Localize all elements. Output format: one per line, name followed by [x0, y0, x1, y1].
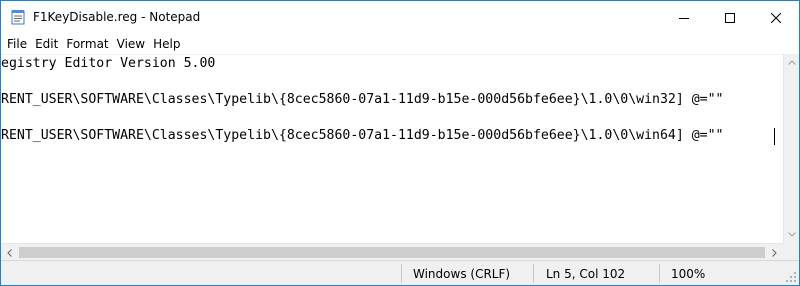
- chevron-left-icon: [7, 248, 12, 257]
- status-bar: Windows (CRLF) Ln 5, Col 102 100%: [1, 260, 799, 285]
- scroll-right-button[interactable]: [766, 244, 783, 261]
- menu-file[interactable]: File: [3, 34, 31, 54]
- minimize-button[interactable]: [661, 1, 707, 34]
- title-bar[interactable]: F1KeyDisable.reg - Notepad: [1, 1, 799, 34]
- menu-view[interactable]: View: [113, 34, 149, 54]
- chevron-right-icon: [772, 248, 777, 257]
- status-separator: [401, 264, 402, 283]
- maximize-icon: [725, 12, 735, 23]
- notepad-window: F1KeyDisable.reg - Notepad File Edit For…: [0, 0, 800, 286]
- scroll-down-button[interactable]: [784, 226, 800, 243]
- chevron-down-icon: [788, 232, 796, 237]
- scrollbar-corner: [783, 243, 799, 260]
- close-icon: [771, 12, 781, 23]
- menu-help[interactable]: Help: [149, 34, 184, 54]
- scroll-left-button[interactable]: [1, 244, 18, 261]
- menu-edit[interactable]: Edit: [31, 34, 62, 54]
- minimize-icon: [679, 17, 689, 19]
- status-zoom: 100%: [671, 267, 706, 281]
- status-separator: [659, 264, 660, 283]
- menu-bar: File Edit Format View Help: [1, 34, 799, 54]
- editor-line-1: egistry Editor Version 5.00: [1, 56, 216, 71]
- close-button[interactable]: [753, 1, 799, 34]
- editor-line-5: RENT_USER\SOFTWARE\Classes\Typelib\{8cec…: [1, 128, 724, 143]
- chevron-up-icon: [788, 60, 796, 65]
- status-cursor-position: Ln 5, Col 102: [546, 267, 626, 281]
- menu-format[interactable]: Format: [62, 34, 112, 54]
- editor-line-3: RENT_USER\SOFTWARE\Classes\Typelib\{8cec…: [1, 92, 724, 107]
- text-caret: [774, 128, 775, 145]
- vertical-scrollbar[interactable]: [783, 54, 799, 243]
- horizontal-scrollbar[interactable]: [1, 243, 783, 260]
- scroll-up-button[interactable]: [784, 54, 800, 71]
- maximize-button[interactable]: [707, 1, 753, 34]
- text-editor[interactable]: egistry Editor Version 5.00 RENT_USER\SO…: [1, 54, 783, 243]
- horizontal-scroll-thumb[interactable]: [19, 247, 765, 258]
- status-separator: [533, 264, 534, 283]
- window-title: F1KeyDisable.reg - Notepad: [33, 10, 201, 24]
- resize-grip-icon[interactable]: [785, 271, 797, 283]
- notepad-icon: [11, 10, 25, 25]
- status-encoding: Windows (CRLF): [413, 267, 511, 281]
